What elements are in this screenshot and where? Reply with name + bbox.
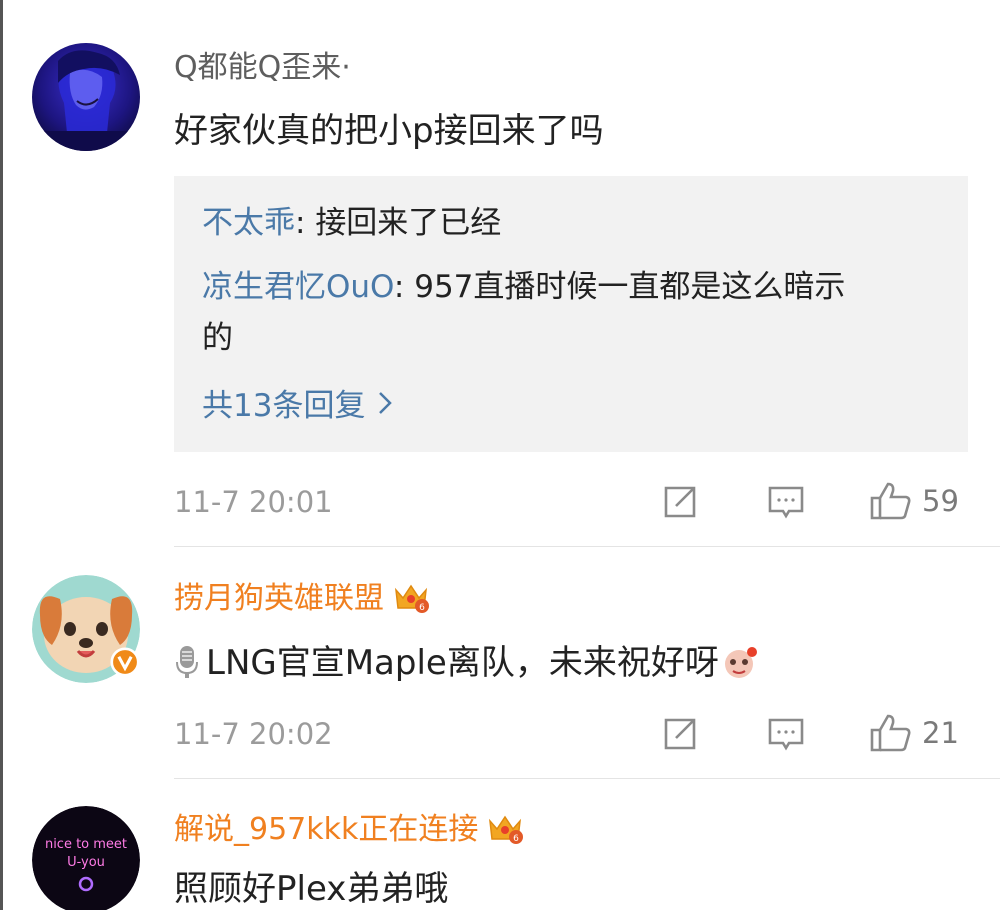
comment-icon	[766, 482, 806, 522]
comment-username-text: 捞月狗英雄联盟	[174, 581, 384, 616]
avatar-neon-text: U-you	[67, 855, 105, 870]
comment-content: 照顾好Plex弟弟哦	[174, 869, 449, 909]
reply-username[interactable]: 不太乖	[202, 205, 295, 241]
reply-separator: :	[295, 205, 316, 241]
vip-crown-icon: 6	[486, 811, 524, 856]
repost-icon	[660, 714, 700, 754]
verified-badge-icon	[110, 647, 140, 677]
comment-content-text: LNG官宣Maple离队，未来祝好呀	[206, 643, 719, 683]
comment-content: LNG官宣Maple离队，未来祝好呀	[174, 640, 759, 692]
svg-text:6: 6	[419, 603, 425, 613]
comment-username-text: 解说_957kkk正在连接	[174, 812, 479, 847]
repost-button[interactable]	[660, 482, 700, 522]
divider	[174, 778, 1000, 779]
comment-username[interactable]: Q都能Q歪来·	[174, 48, 351, 88]
avatar-image: nice to meet U-you	[32, 806, 140, 910]
comment-timestamp: 11-7 20:02	[174, 717, 333, 751]
vip-crown-icon: 6	[392, 580, 430, 625]
comment-feed: Q都能Q歪来· 好家伙真的把小p接回来了吗 不太乖: 接回来了已经 凉生君忆Ou…	[0, 0, 1000, 910]
svg-text:6: 6	[514, 834, 520, 844]
comment-icon	[766, 714, 806, 754]
screen-edge	[0, 0, 3, 910]
reply-separator: :	[393, 269, 415, 305]
reply-text: 957直播时候一直都是这么暗示	[414, 269, 846, 305]
more-replies-link[interactable]: 共13条回复	[202, 376, 393, 436]
reply-username[interactable]: 凉生君忆OuO	[202, 269, 394, 305]
like-button[interactable]: 59	[868, 480, 959, 522]
repost-icon	[660, 482, 700, 522]
avatar-neon-text: nice to meet	[45, 837, 127, 852]
comment-username[interactable]: 解说_957kkk正在连接 6	[174, 810, 524, 856]
reply-preview-box[interactable]: 不太乖: 接回来了已经 凉生君忆OuO: 957直播时候一直都是这么暗示 的 共…	[174, 176, 968, 452]
comment-content: 好家伙真的把小p接回来了吗	[174, 111, 604, 151]
divider	[174, 546, 1000, 547]
reply-item[interactable]: 不太乖: 接回来了已经	[202, 194, 501, 252]
chevron-right-icon	[377, 376, 393, 436]
like-icon	[868, 480, 912, 522]
reply-text: 接回来了已经	[315, 205, 502, 241]
avatar[interactable]: nice to meet U-you	[32, 806, 140, 910]
comment-button[interactable]	[766, 714, 806, 754]
like-count: 59	[922, 484, 959, 518]
avatar[interactable]	[32, 43, 140, 151]
more-replies-label: 共13条回复	[202, 388, 366, 424]
like-icon	[868, 712, 912, 754]
avatar-image	[32, 43, 140, 151]
mic-icon	[174, 644, 200, 692]
comment-timestamp: 11-7 20:01	[174, 485, 333, 519]
comment-username[interactable]: 捞月狗英雄联盟 6	[174, 579, 430, 625]
repost-button[interactable]	[660, 714, 700, 754]
reply-text-continued: 的	[202, 320, 233, 356]
like-button[interactable]: 21	[868, 712, 959, 754]
reply-item[interactable]: 凉生君忆OuO: 957直播时候一直都是这么暗示 的	[202, 258, 845, 360]
emoji-icon	[721, 644, 759, 692]
comment-button[interactable]	[766, 482, 806, 522]
avatar[interactable]	[32, 575, 140, 683]
like-count: 21	[922, 716, 959, 750]
